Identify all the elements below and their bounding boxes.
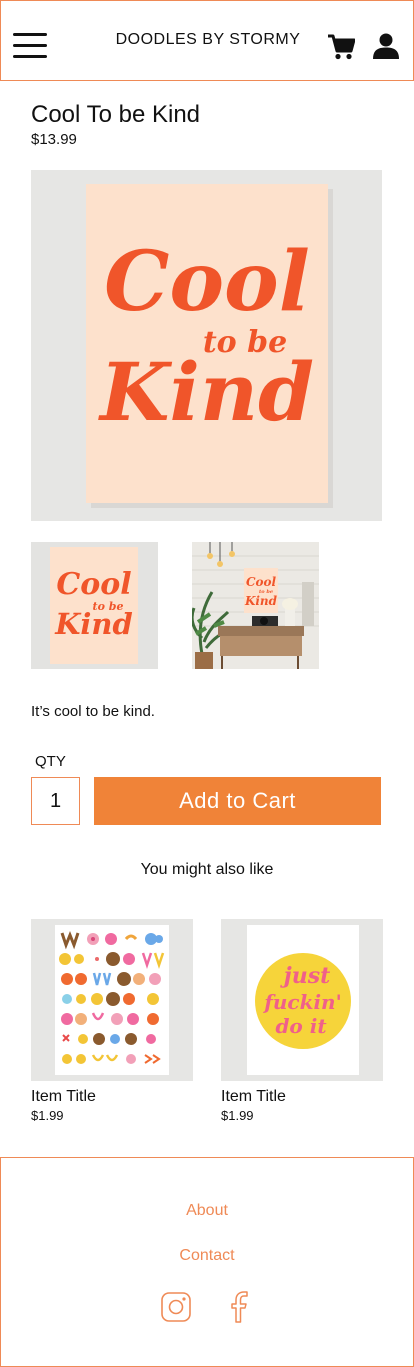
footer-link-about[interactable]: About (1, 1202, 413, 1220)
quantity-input[interactable] (31, 777, 80, 825)
product-description: It’s cool to be kind. (31, 703, 155, 720)
poster-artwork: Cool to be Kind (31, 170, 382, 521)
hamburger-menu-icon[interactable] (13, 33, 47, 59)
product-title: Cool To be Kind (31, 101, 201, 128)
room-word-cool: Cool (246, 575, 277, 589)
room-scene-artwork: Cool to be Kind (192, 542, 319, 669)
recommendations-heading: You might also like (140, 861, 274, 878)
thumbnail-poster-artwork: Cool to be Kind (31, 542, 158, 669)
thumb-word-kind: Kind (54, 607, 133, 641)
recommendation-title[interactable]: Item Title (31, 1088, 193, 1106)
thumb-word-cool: Cool (56, 567, 131, 602)
product-thumbnail-room[interactable]: Cool to be Kind (192, 542, 319, 669)
poster-word-kind: Kind (98, 345, 314, 439)
site-header: DOODLES BY STORMY (0, 0, 414, 81)
quantity-label: QTY (35, 753, 66, 770)
recommendation-card[interactable]: Item Title $1.99 (31, 919, 193, 1123)
product-price: $13.99 (31, 131, 77, 148)
user-icon[interactable] (372, 32, 400, 60)
menu-bar (13, 33, 47, 36)
doodle-pattern-artwork (31, 919, 193, 1081)
facebook-icon[interactable] (223, 1290, 255, 1324)
recommendation-image[interactable] (31, 919, 193, 1081)
recommendation-title[interactable]: Item Title (221, 1088, 383, 1106)
recommendation-price: $1.99 (221, 1108, 254, 1123)
just-do-it-artwork: just fuckin' do it (221, 919, 383, 1081)
site-brand-name[interactable]: DOODLES BY STORMY (101, 31, 315, 49)
menu-bar (13, 44, 47, 47)
artwork-word-do-it: do it (275, 1014, 327, 1038)
product-main-image: Cool to be Kind (31, 170, 382, 521)
recommendation-image[interactable]: just fuckin' do it (221, 919, 383, 1081)
instagram-icon[interactable] (160, 1290, 192, 1324)
site-footer: About Contact (0, 1157, 414, 1367)
artwork-word-just: just (280, 963, 331, 989)
footer-link-contact[interactable]: Contact (1, 1247, 413, 1265)
cart-icon[interactable] (327, 33, 355, 61)
add-to-cart-button[interactable]: Add to Cart (94, 777, 381, 825)
room-word-kind: Kind (244, 594, 278, 608)
artwork-word-fuckin: fuckin' (262, 990, 341, 1014)
menu-bar (13, 55, 47, 58)
recommendation-card[interactable]: just fuckin' do it Item Title $1.99 (221, 919, 383, 1123)
product-thumbnail-poster[interactable]: Cool to be Kind (31, 542, 158, 669)
recommendation-price: $1.99 (31, 1108, 64, 1123)
poster-word-cool: Cool (104, 234, 310, 330)
